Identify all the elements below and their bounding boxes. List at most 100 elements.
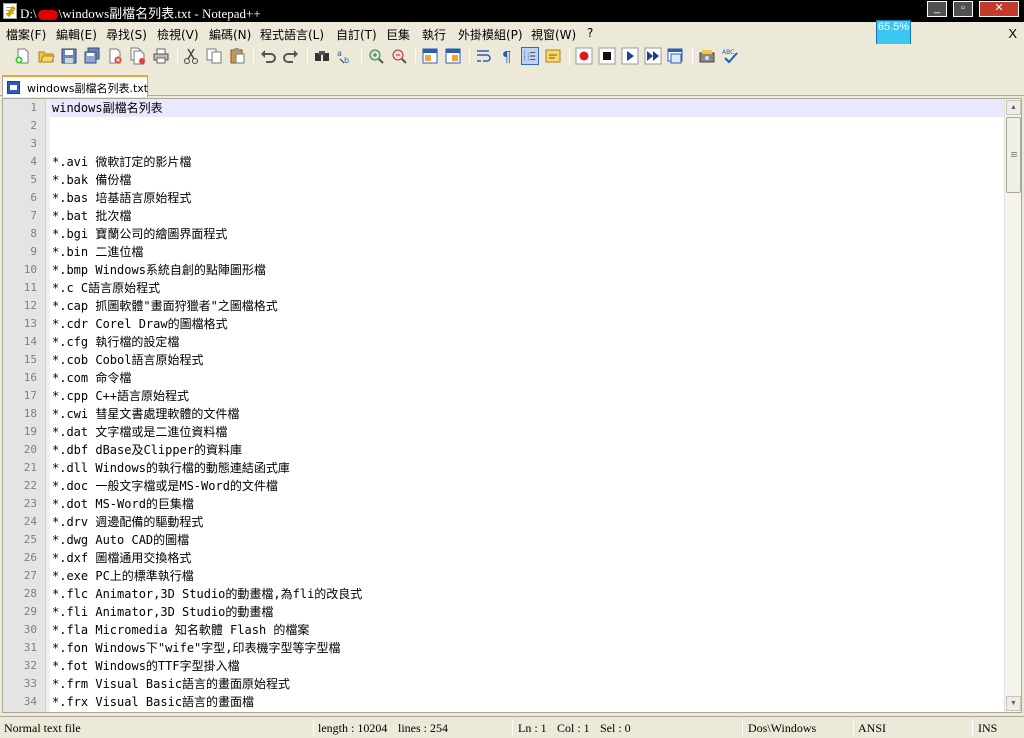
line-text[interactable]: *.bas 培基語言原始程式	[52, 189, 191, 207]
text-editor[interactable]: 1 windows副檔名列表 2 3 4 *.avi 微軟訂定的影片檔 5 *.bak 備份檔…	[2, 98, 1022, 713]
editor-line[interactable]: 4 *.avi 微軟訂定的影片檔	[3, 153, 1003, 171]
notepad-app-icon[interactable]	[3, 3, 17, 19]
scroll-up-icon[interactable]: ▲	[1006, 100, 1021, 115]
line-text[interactable]: *.fon Windows下"wife"字型,印表機字型等字型檔	[52, 639, 341, 657]
line-text[interactable]: *.cpp C++語言原始程式	[52, 387, 189, 405]
line-text[interactable]: *.com 命令檔	[52, 369, 131, 387]
record-macro-icon[interactable]	[575, 47, 593, 65]
editor-line[interactable]: 31 *.fon Windows下"wife"字型,印表機字型等字型檔	[3, 639, 1003, 657]
line-text[interactable]: *.fla Micromedia 知名軟體 Flash 的檔案	[52, 621, 309, 639]
editor-line[interactable]: 5 *.bak 備份檔	[3, 171, 1003, 189]
editor-line[interactable]: 18 *.cwi 彗星文書處理軟體的文件檔	[3, 405, 1003, 423]
editor-line[interactable]: 10 *.bmp Windows系統自創的點陣圖形檔	[3, 261, 1003, 279]
editor-line[interactable]: 17 *.cpp C++語言原始程式	[3, 387, 1003, 405]
vertical-scrollbar[interactable]: ▲ ▼	[1004, 99, 1021, 712]
editor-line[interactable]: 28 *.flc Animator,3D Studio的動畫檔,為fli的改良式	[3, 585, 1003, 603]
menu-language[interactable]: 程式語言(L)	[260, 26, 324, 43]
menu-window[interactable]: 視窗(W)	[531, 26, 576, 43]
menu-search[interactable]: 尋找(S)	[106, 26, 147, 43]
close-window-button[interactable]: ✕	[979, 1, 1019, 17]
stop-recording-icon[interactable]	[598, 47, 616, 65]
save-macro-icon[interactable]	[667, 47, 685, 65]
line-text[interactable]: *.bmp Windows系統自創的點陣圖形檔	[52, 261, 266, 279]
sync-horizontal-icon[interactable]	[444, 47, 462, 65]
menu-encoding[interactable]: 編碼(N)	[209, 26, 251, 43]
editor-line[interactable]: 9 *.bin 二進位檔	[3, 243, 1003, 261]
word-wrap-icon[interactable]	[475, 47, 493, 65]
editor-line[interactable]: 6 *.bas 培基語言原始程式	[3, 189, 1003, 207]
open-file-icon[interactable]	[37, 47, 55, 65]
line-text[interactable]: *.frx Visual Basic語言的畫面檔	[52, 693, 254, 711]
maximize-button[interactable]: ▫	[953, 1, 973, 17]
line-text[interactable]: *.fli Animator,3D Studio的動畫檔	[52, 603, 273, 621]
editor-line[interactable]: 32 *.fot Windows的TTF字型掛入檔	[3, 657, 1003, 675]
close-all-icon[interactable]	[129, 47, 147, 65]
find-icon[interactable]	[313, 47, 331, 65]
save-all-icon[interactable]	[83, 47, 101, 65]
line-text[interactable]: *.avi 微軟訂定的影片檔	[52, 153, 191, 171]
line-text[interactable]: *.dwg Auto CAD的圖檔	[52, 531, 189, 549]
editor-line[interactable]: 33 *.frm Visual Basic語言的畫面原始程式	[3, 675, 1003, 693]
editor-line[interactable]: 21 *.dll Windows的執行檔的動態連結函式庫	[3, 459, 1003, 477]
editor-line[interactable]: 24 *.drv 週邊配備的驅動程式	[3, 513, 1003, 531]
line-text[interactable]: *.bak 備份檔	[52, 171, 131, 189]
editor-line[interactable]: 25 *.dwg Auto CAD的圖檔	[3, 531, 1003, 549]
editor-line[interactable]: 26 *.dxf 圖檔通用交換格式	[3, 549, 1003, 567]
editor-line[interactable]: 11 *.c C語言原始程式	[3, 279, 1003, 297]
editor-line[interactable]: 30 *.fla Micromedia 知名軟體 Flash 的檔案	[3, 621, 1003, 639]
editor-line[interactable]: 13 *.cdr Corel Draw的圖檔格式	[3, 315, 1003, 333]
zoom-in-icon[interactable]	[367, 47, 385, 65]
line-text[interactable]: *.bgi 寶蘭公司的繪圖界面程式	[52, 225, 227, 243]
editor-line[interactable]: 1 windows副檔名列表	[3, 99, 1003, 117]
line-text[interactable]: *.dat 文字檔或是二進位資料檔	[52, 423, 227, 441]
editor-line[interactable]: 19 *.dat 文字檔或是二進位資料檔	[3, 423, 1003, 441]
line-text[interactable]: *.frm Visual Basic語言的畫面原始程式	[52, 675, 290, 693]
menu-edit[interactable]: 編輯(E)	[56, 26, 97, 43]
line-text[interactable]: *.dot MS-Word的巨集檔	[52, 495, 194, 513]
indent-guide-icon[interactable]	[521, 47, 539, 65]
run-macro-multiple-icon[interactable]	[644, 47, 662, 65]
scrollbar-thumb[interactable]	[1006, 117, 1021, 193]
save-recorded-icon[interactable]	[698, 47, 716, 65]
editor-line[interactable]: 34 *.frx Visual Basic語言的畫面檔	[3, 693, 1003, 711]
menu-settings[interactable]: 自訂(T)	[336, 26, 377, 43]
show-all-characters-icon[interactable]: ¶	[498, 47, 516, 65]
minimize-button[interactable]: _	[927, 1, 947, 17]
undo-icon[interactable]	[259, 47, 277, 65]
editor-line[interactable]: 7 *.bat 批次檔	[3, 207, 1003, 225]
paste-icon[interactable]	[228, 47, 246, 65]
line-text[interactable]: *.doc 一般文字檔或是MS-Word的文件檔	[52, 477, 278, 495]
copy-icon[interactable]	[205, 47, 223, 65]
redo-icon[interactable]	[282, 47, 300, 65]
menu-plugins[interactable]: 外掛模組(P)	[458, 26, 523, 43]
menu-run[interactable]: 執行	[422, 26, 446, 43]
document-tab[interactable]: windows副檔名列表.txt	[2, 75, 148, 97]
editor-line[interactable]: 12 *.cap 抓圖軟體"畫面狩獵者"之圖檔格式	[3, 297, 1003, 315]
replace-icon[interactable]: ab	[336, 47, 354, 65]
line-text[interactable]: windows副檔名列表	[52, 99, 163, 117]
line-text[interactable]: *.drv 週邊配備的驅動程式	[52, 513, 203, 531]
editor-line[interactable]: 29 *.fli Animator,3D Studio的動畫檔	[3, 603, 1003, 621]
editor-line[interactable]: 23 *.dot MS-Word的巨集檔	[3, 495, 1003, 513]
editor-line[interactable]: 2	[3, 117, 1003, 135]
menu-help[interactable]: ?	[587, 26, 593, 40]
editor-line[interactable]: 3	[3, 135, 1003, 153]
editor-line[interactable]: 20 *.dbf dBase及Clipper的資料庫	[3, 441, 1003, 459]
menu-file[interactable]: 檔案(F)	[6, 26, 46, 43]
line-text[interactable]: *.cfg 執行檔的設定檔	[52, 333, 179, 351]
user-defined-language-icon[interactable]	[544, 47, 562, 65]
spell-check-icon[interactable]: ABC	[721, 47, 739, 65]
editor-line[interactable]: 16 *.com 命令檔	[3, 369, 1003, 387]
cut-icon[interactable]	[182, 47, 200, 65]
editor-line[interactable]: 22 *.doc 一般文字檔或是MS-Word的文件檔	[3, 477, 1003, 495]
line-text[interactable]: *.dll Windows的執行檔的動態連結函式庫	[52, 459, 290, 477]
line-text[interactable]: *.cwi 彗星文書處理軟體的文件檔	[52, 405, 239, 423]
editor-line[interactable]: 27 *.exe PC上的標準執行檔	[3, 567, 1003, 585]
line-text[interactable]: *.cap 抓圖軟體"畫面狩獵者"之圖檔格式	[52, 297, 278, 315]
line-text[interactable]: *.bat 批次檔	[52, 207, 131, 225]
zoom-out-icon[interactable]	[390, 47, 408, 65]
close-file-icon[interactable]	[106, 47, 124, 65]
line-text[interactable]: *.exe PC上的標準執行檔	[52, 567, 194, 585]
line-text[interactable]: *.dxf 圖檔通用交換格式	[52, 549, 191, 567]
menu-view[interactable]: 檢視(V)	[157, 26, 199, 43]
